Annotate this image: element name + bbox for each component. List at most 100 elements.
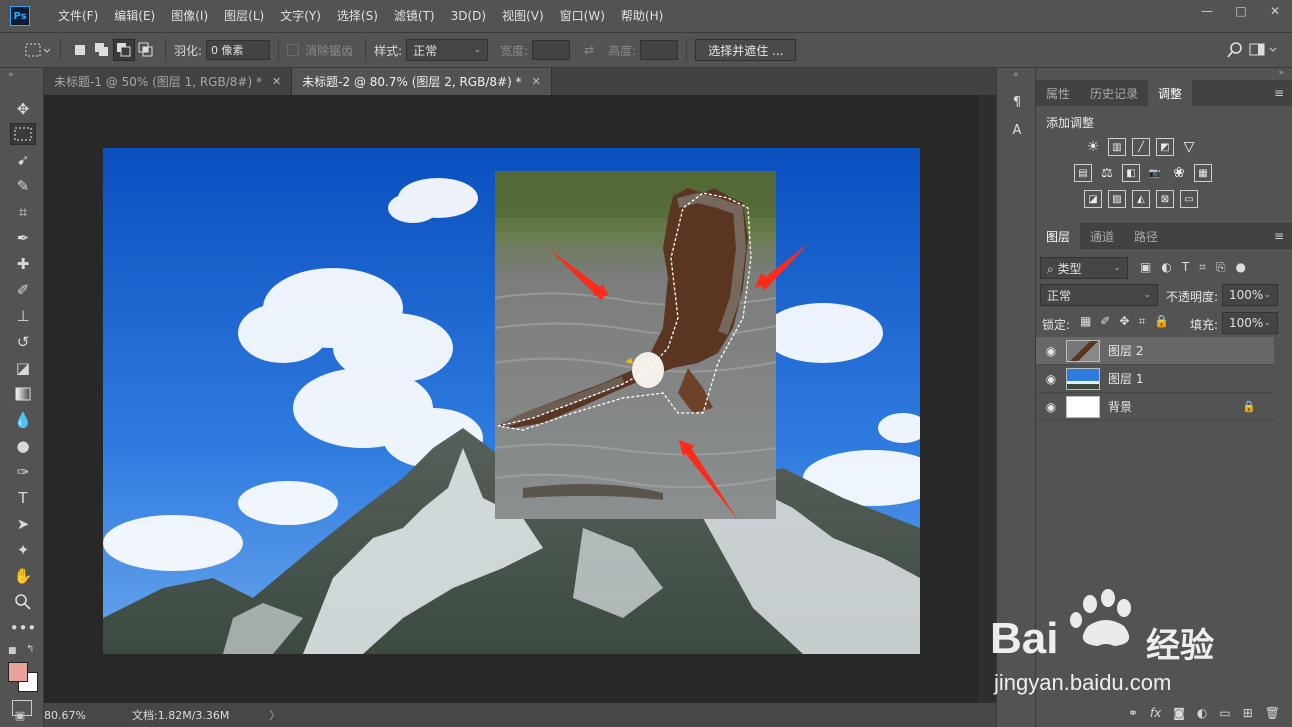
eye-icon[interactable]: ◉ [1036, 372, 1066, 386]
swap-colors-icon[interactable]: ↰ [26, 644, 34, 655]
threshold-icon[interactable]: ◭ [1132, 190, 1150, 208]
filter-toggle-icon[interactable]: ● [1236, 260, 1246, 275]
hue-saturation-icon[interactable]: ▤ [1074, 164, 1092, 182]
menu-window[interactable]: 窗口(W) [552, 0, 613, 32]
color-lookup-icon[interactable]: ▦ [1194, 164, 1212, 182]
menu-layer[interactable]: 图层(L) [216, 0, 272, 32]
marquee-preset-icon[interactable] [22, 39, 52, 61]
status-arrow-icon[interactable]: 〉 [269, 707, 280, 723]
default-colors-icon[interactable]: ■ [8, 646, 17, 656]
new-layer-icon[interactable]: ⊞ [1243, 706, 1253, 720]
menu-type[interactable]: 文字(Y) [272, 0, 329, 32]
menu-view[interactable]: 视图(V) [494, 0, 552, 32]
close-icon[interactable]: ✕ [532, 75, 541, 88]
restore-button[interactable]: □ [1224, 0, 1258, 22]
curves-icon[interactable]: ╱ [1132, 138, 1150, 156]
posterize-icon[interactable]: ▨ [1108, 190, 1126, 208]
collapse-icon[interactable]: » [8, 70, 14, 80]
clone-stamp-tool-icon[interactable]: ⊥ [10, 305, 36, 327]
antialias-checkbox[interactable] [287, 44, 300, 56]
foreground-color-swatch[interactable] [8, 662, 28, 682]
adjustment-filter-icon[interactable]: ◐ [1161, 260, 1171, 275]
type-filter-icon[interactable]: T [1182, 260, 1189, 275]
tab-adjustments[interactable]: 调整 [1148, 80, 1193, 106]
levels-icon[interactable]: ▥ [1108, 138, 1126, 156]
channel-mixer-icon[interactable]: ❀ [1170, 164, 1188, 182]
close-button[interactable]: ✕ [1258, 0, 1292, 22]
close-icon[interactable]: ✕ [272, 75, 281, 88]
workspace-icon[interactable] [1246, 39, 1282, 61]
tab-history[interactable]: 历史记录 [1080, 80, 1148, 106]
lock-artboard-icon[interactable]: ⌗ [1138, 314, 1145, 329]
layer-row[interactable]: ◉ 图层 2 [1036, 337, 1274, 365]
tab-channels[interactable]: 通道 [1080, 223, 1124, 249]
zoom-level[interactable]: 80.67% [44, 709, 124, 722]
lock-position-icon[interactable]: ✥ [1119, 314, 1129, 329]
eraser-tool-icon[interactable]: ◪ [10, 357, 36, 379]
vibrance-icon[interactable]: ▽ [1180, 138, 1198, 156]
blend-mode-select[interactable]: 正常 ⌄ [1040, 284, 1158, 306]
lasso-tool-icon[interactable]: ➹ [10, 149, 36, 171]
hand-tool-icon[interactable]: ✋ [10, 565, 36, 587]
new-adjustment-icon[interactable]: ◐ [1197, 706, 1207, 720]
tab-layers[interactable]: 图层 [1036, 223, 1081, 249]
black-white-icon[interactable]: ◧ [1122, 164, 1140, 182]
eye-icon[interactable]: ◉ [1036, 400, 1066, 414]
mode-icon[interactable]: ▣ [0, 709, 40, 722]
panel-menu-icon[interactable]: ≡ [1274, 229, 1284, 243]
link-layers-icon[interactable]: ⚭ [1128, 706, 1138, 720]
lock-transparent-icon[interactable]: ▦ [1080, 314, 1091, 329]
collapse-icon[interactable]: « [1013, 70, 1019, 80]
pixel-filter-icon[interactable]: ▣ [1140, 260, 1151, 275]
pen-tool-icon[interactable]: ✑ [10, 461, 36, 483]
more-tools-icon[interactable]: ••• [10, 617, 37, 639]
photo-filter-icon[interactable]: 📷 [1146, 164, 1164, 182]
gradient-tool-icon[interactable] [10, 383, 36, 405]
select-and-mask-button[interactable]: 选择并遮住 ... [695, 39, 797, 61]
menu-file[interactable]: 文件(F) [50, 0, 106, 32]
zoom-tool-icon[interactable] [10, 591, 36, 613]
dodge-tool-icon[interactable]: ● [10, 435, 36, 457]
panel-menu-icon[interactable]: ≡ [1274, 86, 1284, 100]
brush-tool-icon[interactable]: ✐ [10, 279, 36, 301]
swap-icon[interactable]: ⇄ [578, 39, 600, 61]
shape-filter-icon[interactable]: ⌗ [1199, 260, 1206, 275]
crop-tool-icon[interactable]: ⌗ [10, 201, 36, 223]
style-select[interactable]: 正常 ⌄ [406, 39, 489, 61]
eyedropper-tool-icon[interactable]: ✒ [10, 227, 36, 249]
tab-document-2[interactable]: 未标题-2 @ 80.7% (图层 2, RGB/8#) * ✕ [292, 68, 552, 95]
menu-select[interactable]: 选择(S) [329, 0, 386, 32]
healing-brush-tool-icon[interactable]: ✚ [10, 253, 36, 275]
paragraph-icon[interactable]: ¶ [1005, 90, 1029, 114]
intersect-selection-icon[interactable] [135, 39, 157, 61]
layer-filter-select[interactable]: ⌕ 类型 ⌄ [1040, 257, 1128, 279]
minimize-button[interactable]: — [1190, 0, 1224, 22]
opacity-input[interactable]: 100% ⌄ [1222, 284, 1278, 306]
new-selection-icon[interactable] [69, 39, 91, 61]
eye-icon[interactable]: ◉ [1036, 344, 1066, 358]
height-input[interactable] [640, 40, 679, 60]
new-group-icon[interactable]: ▭ [1219, 706, 1230, 720]
add-selection-icon[interactable] [91, 39, 113, 61]
tab-document-1[interactable]: 未标题-1 @ 50% (图层 1, RGB/8#) * ✕ [44, 68, 293, 95]
character-icon[interactable]: A [1005, 118, 1029, 142]
search-icon[interactable] [1224, 39, 1246, 61]
tab-paths[interactable]: 路径 [1124, 223, 1168, 249]
selective-color-icon[interactable]: ⊠ [1156, 190, 1174, 208]
invert-icon[interactable]: ◪ [1084, 190, 1102, 208]
move-tool-icon[interactable]: ✥ [10, 98, 36, 120]
menu-filter[interactable]: 滤镜(T) [386, 0, 443, 32]
history-brush-tool-icon[interactable]: ↺ [10, 331, 36, 353]
menu-help[interactable]: 帮助(H) [613, 0, 671, 32]
exposure-icon[interactable]: ◩ [1156, 138, 1174, 156]
collapse-icon[interactable]: » [1278, 68, 1284, 78]
lock-all-icon[interactable]: 🔒 [1154, 314, 1169, 329]
delete-layer-icon[interactable]: 🗑 [1265, 706, 1280, 720]
lock-pixels-icon[interactable]: ✐ [1100, 314, 1110, 329]
layer-row[interactable]: ◉ 背景 🔒 [1036, 393, 1274, 421]
blur-tool-icon[interactable]: 💧 [10, 409, 36, 431]
width-input[interactable] [532, 40, 571, 60]
add-mask-icon[interactable]: ◙ [1173, 706, 1185, 720]
color-balance-icon[interactable]: ⚖ [1098, 164, 1116, 182]
canvas-workspace[interactable] [44, 95, 978, 703]
